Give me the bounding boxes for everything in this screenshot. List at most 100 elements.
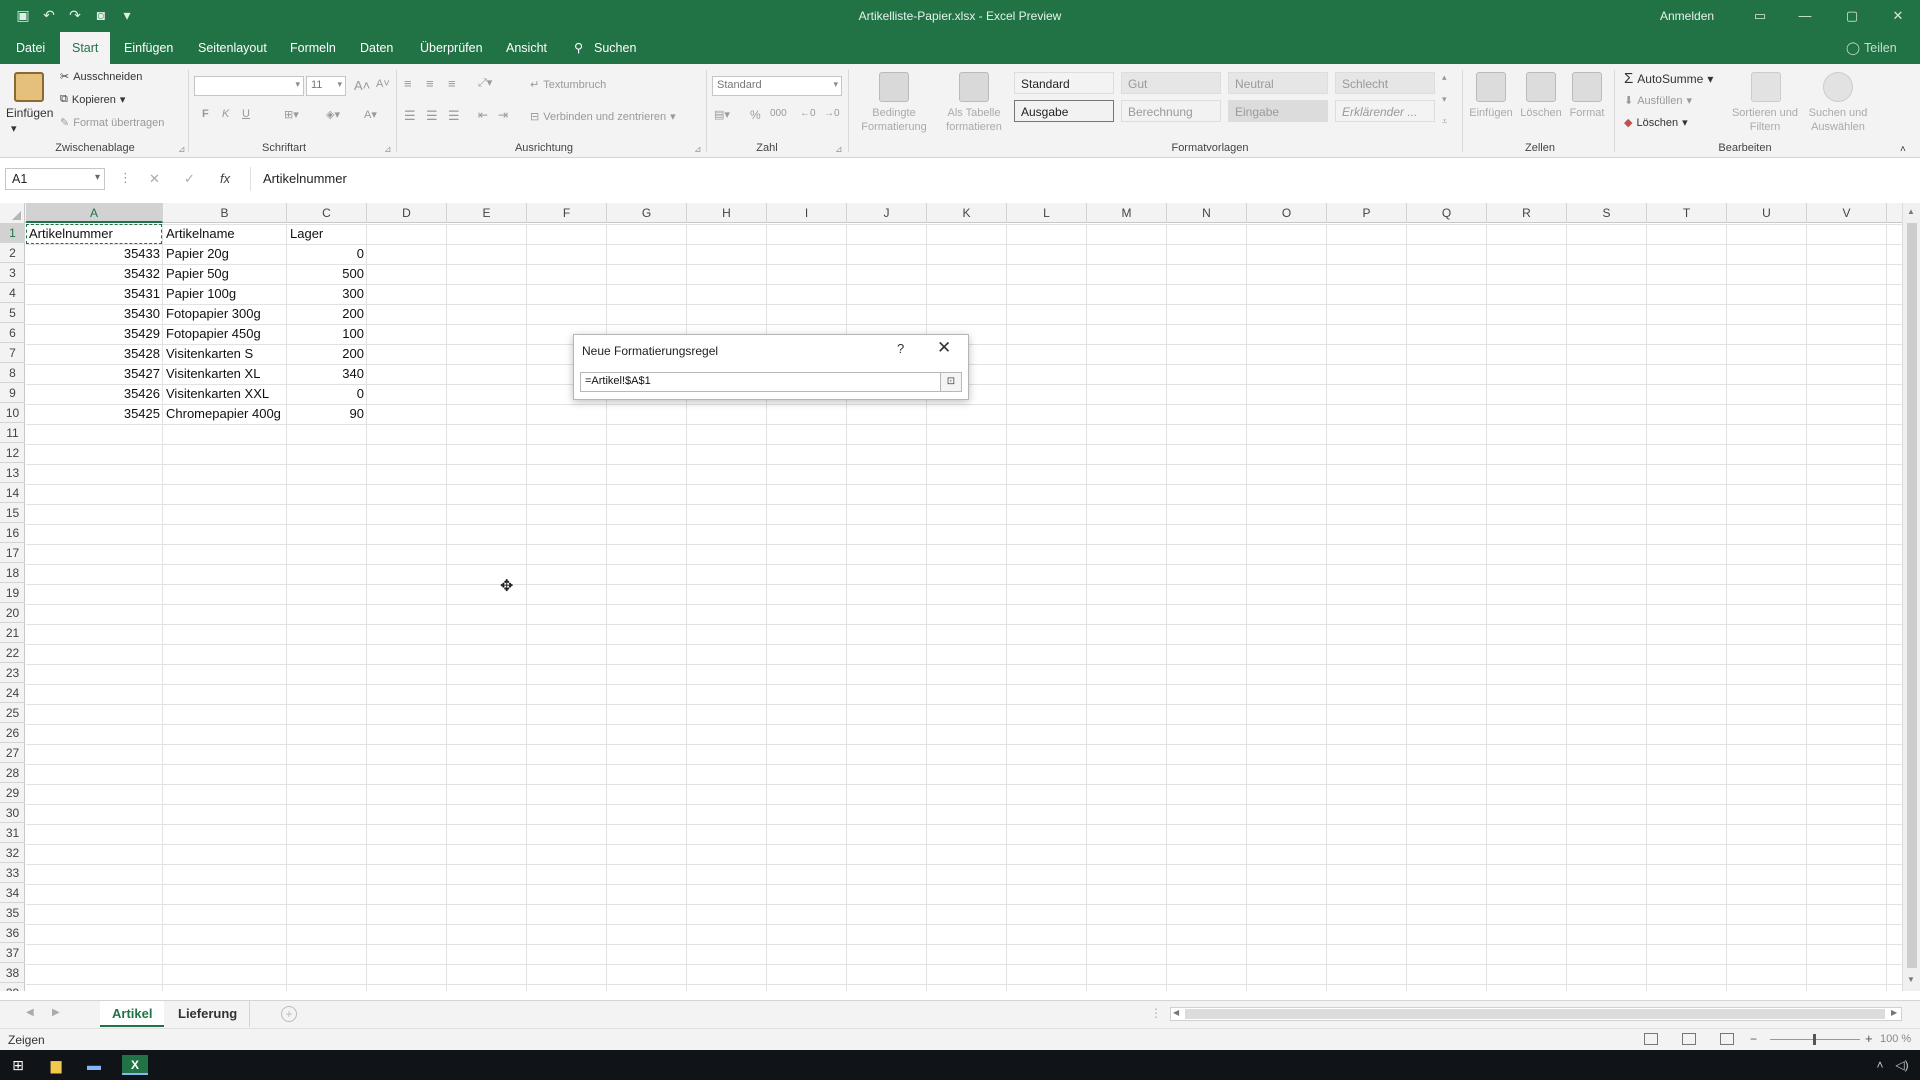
row-header-35[interactable]: 35: [0, 903, 25, 923]
fill-color-icon[interactable]: ◈▾: [326, 108, 340, 121]
align-center-icon[interactable]: ☰: [426, 108, 438, 124]
percent-icon[interactable]: %: [750, 108, 761, 122]
shrink-font-icon[interactable]: A˅: [376, 78, 390, 90]
tab-suchen[interactable]: ⚲ Suchen: [564, 32, 648, 64]
scroll-down-icon[interactable]: ▼: [1907, 975, 1915, 984]
style-ausgabe[interactable]: Ausgabe: [1014, 100, 1114, 122]
cell-c1[interactable]: Lager: [287, 224, 326, 244]
align-top-icon[interactable]: ≡: [404, 76, 412, 91]
row-header-24[interactable]: 24: [0, 683, 25, 703]
tab-ansicht[interactable]: Ansicht: [494, 32, 559, 64]
column-header-g[interactable]: G: [607, 203, 687, 223]
style-schlecht[interactable]: Schlecht: [1335, 72, 1435, 94]
cell-c6[interactable]: 100: [287, 324, 367, 344]
style-berechnung[interactable]: Berechnung: [1121, 100, 1221, 122]
zoom-thumb[interactable]: [1813, 1034, 1816, 1045]
cancel-entry-icon[interactable]: ✕: [149, 171, 160, 187]
row-header-32[interactable]: 32: [0, 843, 25, 863]
cell-a5[interactable]: 35430: [26, 304, 163, 324]
row-header-30[interactable]: 30: [0, 803, 25, 823]
confirm-entry-icon[interactable]: ✓: [184, 171, 195, 187]
add-sheet-icon[interactable]: +: [281, 1006, 297, 1022]
share-button[interactable]: ◯ Teilen: [1836, 32, 1909, 64]
cell-c8[interactable]: 340: [287, 364, 367, 384]
sort-filter-icon[interactable]: [1751, 72, 1781, 102]
cell-c7[interactable]: 200: [287, 344, 367, 364]
collapse-ribbon-icon[interactable]: ˄: [1900, 144, 1906, 155]
format-as-table-button[interactable]: Als Tabelle formatieren: [932, 106, 1016, 134]
page-layout-view-icon[interactable]: [1682, 1033, 1696, 1045]
tab-split-handle-icon[interactable]: ⋮: [1150, 1006, 1162, 1020]
row-header-29[interactable]: 29: [0, 783, 25, 803]
row-header-18[interactable]: 18: [0, 563, 25, 583]
conditional-formatting-icon[interactable]: [879, 72, 909, 102]
align-bottom-icon[interactable]: ≡: [448, 76, 456, 91]
row-header-38[interactable]: 38: [0, 963, 25, 983]
wrap-text-button[interactable]: ↵ Textumbruch: [530, 78, 606, 92]
cell-a10[interactable]: 35425: [26, 404, 163, 424]
accounting-format-icon[interactable]: ▤▾: [714, 108, 730, 121]
cell-a2[interactable]: 35433: [26, 244, 163, 264]
cell-c10[interactable]: 90: [287, 404, 367, 424]
next-sheet-icon[interactable]: ▶: [52, 1007, 60, 1018]
thousands-icon[interactable]: 000: [770, 108, 787, 119]
cell-b6[interactable]: Fotopapier 450g: [163, 324, 264, 344]
format-cells-button[interactable]: Format: [1562, 106, 1612, 120]
column-header-d[interactable]: D: [367, 203, 447, 223]
autosum-button[interactable]: Σ AutoSumme ▾: [1624, 70, 1713, 87]
formula-input[interactable]: Artikelnummer: [250, 167, 1918, 191]
italic-button[interactable]: K: [222, 108, 229, 120]
row-header-12[interactable]: 12: [0, 443, 25, 463]
column-header-q[interactable]: Q: [1407, 203, 1487, 223]
volume-icon[interactable]: ◁): [1892, 1055, 1912, 1075]
tab-daten[interactable]: Daten: [348, 32, 405, 64]
cell-b7[interactable]: Visitenkarten S: [163, 344, 256, 364]
row-header-26[interactable]: 26: [0, 723, 25, 743]
cell-b5[interactable]: Fotopapier 300g: [163, 304, 264, 324]
vertical-scrollbar[interactable]: ▲ ▼: [1902, 203, 1920, 991]
row-header-1[interactable]: 1: [0, 223, 25, 243]
tab-ueberpruefen[interactable]: Überprüfen: [408, 32, 495, 64]
zoom-level[interactable]: 100 %: [1880, 1033, 1911, 1045]
worksheet-grid[interactable]: ABCDEFGHIJKLMNOPQRSTUV 1 2 3 4 5 6 7 8 9 10 11 12 13…: [0, 203, 1920, 991]
horizontal-scrollbar[interactable]: ◀ ▶: [1170, 1007, 1902, 1021]
style-eingabe[interactable]: Eingabe: [1228, 100, 1328, 122]
column-header-o[interactable]: O: [1247, 203, 1327, 223]
column-header-i[interactable]: I: [767, 203, 847, 223]
normal-view-icon[interactable]: [1644, 1033, 1658, 1045]
scroll-right-icon[interactable]: ▶: [1891, 1008, 1897, 1017]
select-all-corner[interactable]: [0, 203, 25, 223]
insert-cells-icon[interactable]: [1476, 72, 1506, 102]
insert-function-icon[interactable]: fx: [220, 171, 230, 186]
format-painter-button[interactable]: ✎ Format übertragen: [60, 116, 164, 130]
row-header-36[interactable]: 36: [0, 923, 25, 943]
zoom-in-icon[interactable]: +: [1865, 1031, 1873, 1046]
ribbon-display-icon[interactable]: ▭: [1750, 6, 1770, 26]
close-icon[interactable]: ✕: [937, 338, 951, 358]
row-header-15[interactable]: 15: [0, 503, 25, 523]
tab-formeln[interactable]: Formeln: [278, 32, 348, 64]
dialog-launcher-icon[interactable]: ⊿: [384, 144, 392, 155]
style-erklaerender[interactable]: Erklärender ...: [1335, 100, 1435, 122]
cell-c3[interactable]: 500: [287, 264, 367, 284]
column-header-k[interactable]: K: [927, 203, 1007, 223]
row-header-17[interactable]: 17: [0, 543, 25, 563]
column-header-f[interactable]: F: [527, 203, 607, 223]
row-header-4[interactable]: 4: [0, 283, 25, 303]
sheet-tab-artikel[interactable]: Artikel: [100, 1001, 165, 1027]
dialog-launcher-icon[interactable]: ⊿: [835, 144, 843, 155]
align-left-icon[interactable]: ☰: [404, 108, 416, 124]
sheet-tab-lieferung[interactable]: Lieferung: [166, 1001, 251, 1027]
tab-einfuegen[interactable]: Einfügen: [112, 32, 185, 64]
column-header-v[interactable]: V: [1807, 203, 1887, 223]
cell-b2[interactable]: Papier 20g: [163, 244, 232, 264]
tab-datei[interactable]: Datei: [4, 32, 57, 64]
cell-b1[interactable]: Artikelname: [163, 224, 238, 244]
cell-c9[interactable]: 0: [287, 384, 367, 404]
border-icon[interactable]: ⊞▾: [284, 108, 299, 121]
styles-scroll-up-icon[interactable]: ▴: [1442, 72, 1447, 83]
row-header-20[interactable]: 20: [0, 603, 25, 623]
delete-cells-button[interactable]: Löschen: [1516, 106, 1566, 120]
close-window-icon[interactable]: ✕: [1888, 6, 1908, 26]
row-header-37[interactable]: 37: [0, 943, 25, 963]
